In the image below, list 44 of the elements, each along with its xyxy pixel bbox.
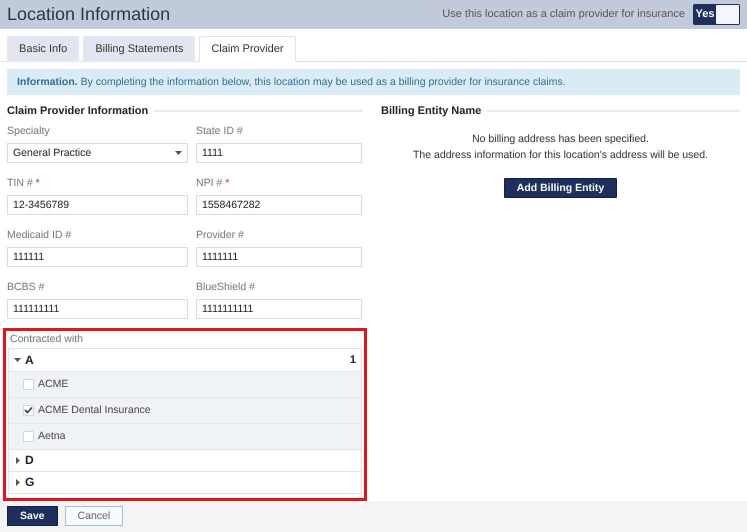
page-title: Location Information bbox=[7, 4, 170, 25]
section-title: Claim Provider Information bbox=[7, 104, 148, 117]
caret-icon[interactable] bbox=[175, 149, 182, 156]
select-field[interactable]: General Practice bbox=[7, 142, 188, 163]
field-label: Specialty bbox=[7, 124, 50, 137]
field-label: Contracted with bbox=[10, 332, 84, 345]
field-label: Medicaid ID # bbox=[7, 228, 72, 241]
field-label: BCBS # bbox=[7, 280, 44, 293]
input-field[interactable]: 1558467282 bbox=[196, 194, 362, 215]
checkbox[interactable] bbox=[23, 430, 34, 442]
checkbox[interactable] bbox=[23, 378, 34, 390]
field-label: NPI # bbox=[196, 176, 222, 189]
required-mark: * bbox=[36, 176, 40, 189]
checkbox[interactable] bbox=[23, 404, 34, 416]
yes-toggle[interactable]: Yes bbox=[693, 4, 740, 25]
info-banner: Information. By completing the information below, this location may be used as a billing provider for insurance claims. bbox=[7, 68, 740, 95]
add-billing-entity-button[interactable]: Add Billing Entity bbox=[504, 178, 618, 198]
count-label: 1 bbox=[350, 354, 356, 366]
info-text: The address information for this location's address will be used. bbox=[413, 148, 708, 161]
tab[interactable]: Basic Info bbox=[7, 36, 80, 62]
caret-icon[interactable] bbox=[14, 478, 21, 486]
input-field[interactable]: 12-3456789 bbox=[7, 194, 188, 215]
tab[interactable]: Billing Statements bbox=[83, 36, 196, 62]
field-label: State ID # bbox=[196, 124, 243, 137]
tree-item[interactable]: ACME Dental Insurance bbox=[9, 396, 361, 423]
input-field[interactable]: 1111 bbox=[196, 142, 362, 163]
input-field[interactable]: 111111 bbox=[7, 246, 188, 267]
required-mark: * bbox=[225, 176, 230, 189]
tree-item[interactable]: ACME bbox=[9, 370, 361, 397]
field-label: TIN # bbox=[7, 176, 33, 189]
save-button[interactable]: Save bbox=[7, 506, 58, 526]
info-text: No billing address has been specified. bbox=[472, 132, 649, 145]
tree-item[interactable]: Aetna bbox=[9, 422, 361, 449]
section-title: Billing Entity Name bbox=[381, 104, 482, 117]
field-label: BlueShield # bbox=[196, 280, 255, 293]
caret-icon[interactable] bbox=[14, 356, 21, 364]
caret-icon[interactable] bbox=[14, 456, 21, 464]
field-label: Provider # bbox=[196, 228, 244, 241]
input-field[interactable]: 111111111 bbox=[7, 298, 188, 319]
toggle-label: Use this location as a claim provider for insurance bbox=[442, 8, 685, 20]
input-field[interactable]: 1111111 bbox=[196, 246, 362, 267]
tab[interactable]: Claim Provider bbox=[199, 36, 296, 62]
cancel-button[interactable]: Cancel bbox=[64, 506, 124, 526]
input-field[interactable]: 1111111111 bbox=[196, 298, 362, 319]
